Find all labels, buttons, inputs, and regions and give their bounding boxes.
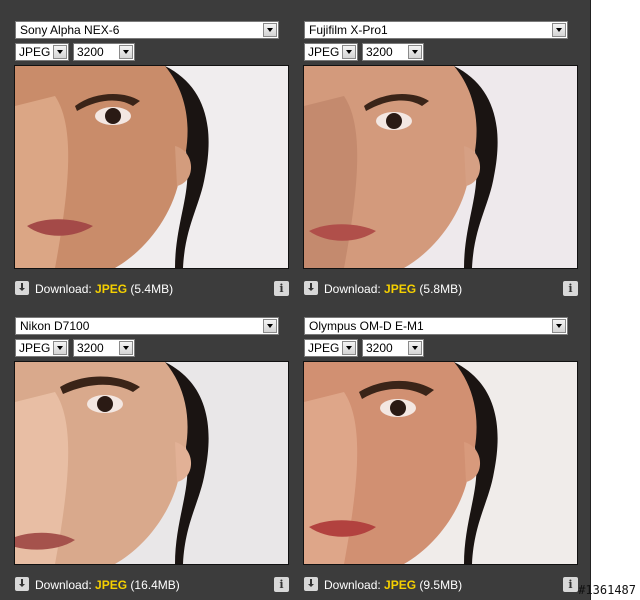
iso-select[interactable]: 3200 [73,339,135,357]
format-select-value: JPEG [19,45,51,59]
chevron-down-icon[interactable] [552,319,566,333]
info-icon[interactable]: i [274,577,289,592]
file-size: (9.5MB) [419,578,463,592]
camera-select[interactable]: Fujifilm X-Pro1 [304,21,568,39]
format-select[interactable]: JPEG [304,339,358,357]
download-row: Download: JPEG (9.5MB) i [304,577,579,593]
download-row: Download: JPEG (5.8MB) i [304,281,579,297]
portrait-crop-image [15,362,288,564]
download-icon[interactable] [304,281,318,295]
sample-image[interactable] [14,361,289,565]
download-icon[interactable] [15,281,29,295]
download-label: Download: [35,578,92,592]
chevron-down-icon[interactable] [263,23,277,37]
portrait-crop-image [304,66,577,268]
iso-select[interactable]: 3200 [362,43,424,61]
download-text: Download: JPEG (9.5MB) [324,577,462,593]
iso-select[interactable]: 3200 [73,43,135,61]
download-label: Download: [324,282,381,296]
chevron-down-icon[interactable] [53,341,67,355]
chevron-down-icon[interactable] [53,45,67,59]
camera-select-value: Olympus OM-D E-M1 [309,319,424,333]
chevron-down-icon[interactable] [119,45,133,59]
file-size: (5.4MB) [130,282,174,296]
format-select-value: JPEG [19,341,51,355]
info-icon[interactable]: i [274,281,289,296]
portrait-crop-image [304,362,577,564]
download-icon[interactable] [15,577,29,591]
chevron-down-icon[interactable] [552,23,566,37]
download-row: Download: JPEG (16.4MB) i [15,577,290,593]
portrait-crop-image [15,66,288,268]
download-text: Download: JPEG (5.8MB) [324,281,462,297]
watermark-id: #1361487 [578,583,636,597]
camera-select[interactable]: Sony Alpha NEX-6 [15,21,279,39]
iso-select-value: 3200 [366,45,393,59]
camera-select-value: Fujifilm X-Pro1 [309,23,388,37]
download-label: Download: [35,282,92,296]
iso-select[interactable]: 3200 [362,339,424,357]
iso-select-value: 3200 [77,341,104,355]
sample-image[interactable] [303,65,578,269]
file-size: (5.8MB) [419,282,463,296]
format-select[interactable]: JPEG [15,43,69,61]
format-select-value: JPEG [308,45,340,59]
format-select[interactable]: JPEG [15,339,69,357]
download-link[interactable]: JPEG [384,282,416,296]
download-text: Download: JPEG (16.4MB) [35,577,180,593]
format-select[interactable]: JPEG [304,43,358,61]
sample-image[interactable] [303,361,578,565]
comparison-panel: Sony Alpha NEX-6 JPEG 3200 Download: JPE… [0,0,591,600]
iso-select-value: 3200 [366,341,393,355]
iso-select-value: 3200 [77,45,104,59]
chevron-down-icon[interactable] [119,341,133,355]
download-link[interactable]: JPEG [384,578,416,592]
sample-image[interactable] [14,65,289,269]
camera-select[interactable]: Nikon D7100 [15,317,279,335]
chevron-down-icon[interactable] [408,45,422,59]
chevron-down-icon[interactable] [342,341,356,355]
download-row: Download: JPEG (5.4MB) i [15,281,290,297]
download-icon[interactable] [304,577,318,591]
format-select-value: JPEG [308,341,340,355]
file-size: (16.4MB) [130,578,180,592]
camera-select-value: Sony Alpha NEX-6 [20,23,120,37]
chevron-down-icon[interactable] [408,341,422,355]
chevron-down-icon[interactable] [342,45,356,59]
camera-select-value: Nikon D7100 [20,319,90,333]
download-label: Download: [324,578,381,592]
camera-select[interactable]: Olympus OM-D E-M1 [304,317,568,335]
download-link[interactable]: JPEG [95,578,127,592]
info-icon[interactable]: i [563,281,578,296]
download-text: Download: JPEG (5.4MB) [35,281,173,297]
info-icon[interactable]: i [563,577,578,592]
chevron-down-icon[interactable] [263,319,277,333]
download-link[interactable]: JPEG [95,282,127,296]
